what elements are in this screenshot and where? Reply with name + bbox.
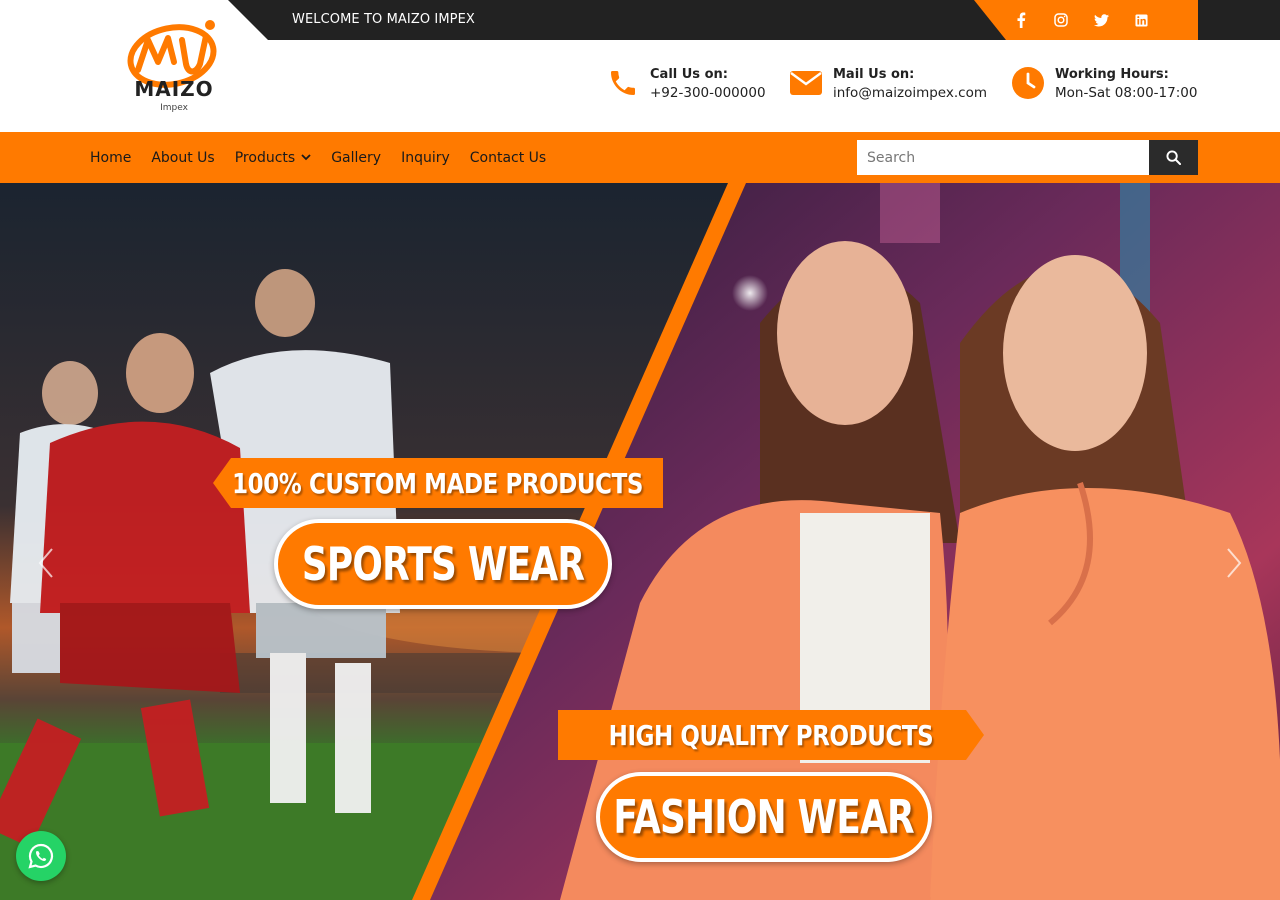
nav-menu: Home About Us Products Gallery Inquiry C… <box>90 132 546 183</box>
whatsapp-chat-button[interactable] <box>16 831 66 881</box>
sports-wear-title: SPORTS WEAR <box>301 537 585 591</box>
chevron-down-icon <box>301 154 311 161</box>
search-icon <box>1166 150 1181 165</box>
contact-phone[interactable]: Call Us on: +92-300-000000 <box>606 66 766 102</box>
search-bar <box>857 140 1198 175</box>
hero-slider: 100% CUSTOM MADE PRODUCTS SPORTS WEAR HI… <box>0 183 1280 900</box>
nav-item-products-label: Products <box>234 149 296 166</box>
fashion-tagline-banner: HIGH QUALITY PRODUCTS <box>558 710 984 760</box>
nav-item-products[interactable]: Products <box>235 150 311 166</box>
linkedin-icon[interactable] <box>1132 11 1150 29</box>
hours-value: Mon-Sat 08:00-17:00 <box>1055 85 1198 101</box>
sports-wear-button[interactable]: SPORTS WEAR <box>274 519 612 609</box>
contact-mail[interactable]: Mail Us on: info@maizoimpex.com <box>789 66 987 102</box>
contact-hours: Working Hours: Mon-Sat 08:00-17:00 <box>1011 66 1197 102</box>
nav-item-contact-us[interactable]: Contact Us <box>470 150 546 166</box>
mail-label: Mail Us on: <box>833 67 915 82</box>
social-links <box>1012 0 1150 40</box>
fashion-tagline: HIGH QUALITY PRODUCTS <box>608 718 934 752</box>
fashion-wear-button[interactable]: FASHION WEAR <box>596 772 932 862</box>
instagram-icon[interactable] <box>1052 11 1070 29</box>
brand-name: MAIZO <box>134 77 213 101</box>
envelope-icon <box>789 66 823 100</box>
fashion-wear-title: FASHION WEAR <box>613 790 915 844</box>
nav-item-inquiry[interactable]: Inquiry <box>401 150 450 166</box>
phone-value[interactable]: +92-300-000000 <box>650 84 766 102</box>
sports-tagline: 100% CUSTOM MADE PRODUCTS <box>232 466 644 500</box>
welcome-text: WELCOME TO MAIZO IMPEX <box>292 12 475 27</box>
phone-icon <box>606 66 640 100</box>
search-button[interactable] <box>1149 140 1198 175</box>
slider-prev-button[interactable] <box>36 543 56 583</box>
clock-icon <box>1011 66 1045 100</box>
whatsapp-icon <box>28 843 54 869</box>
slider-next-button[interactable] <box>1224 543 1244 583</box>
sports-tagline-banner: 100% CUSTOM MADE PRODUCTS <box>213 458 663 508</box>
site-header: MAIZO Impex WELCOME TO MAIZO IMPEX Call … <box>0 0 1280 132</box>
nav-item-home[interactable]: Home <box>90 150 131 166</box>
top-bar: WELCOME TO MAIZO IMPEX <box>228 0 1280 40</box>
nav-item-gallery[interactable]: Gallery <box>331 150 381 166</box>
mail-value[interactable]: info@maizoimpex.com <box>833 84 987 102</box>
brand-sub: Impex <box>160 103 189 113</box>
chevron-right-icon <box>1227 548 1242 578</box>
search-input[interactable] <box>857 140 1149 175</box>
brand-logo[interactable]: MAIZO Impex <box>124 12 228 116</box>
hours-label: Working Hours: <box>1055 67 1169 82</box>
facebook-icon[interactable] <box>1012 11 1030 29</box>
nav-item-about-us[interactable]: About Us <box>151 150 214 166</box>
logo-mark-icon: MAIZO Impex <box>127 20 217 113</box>
twitter-icon[interactable] <box>1092 11 1110 29</box>
phone-label: Call Us on: <box>650 67 728 82</box>
chevron-left-icon <box>38 548 53 578</box>
